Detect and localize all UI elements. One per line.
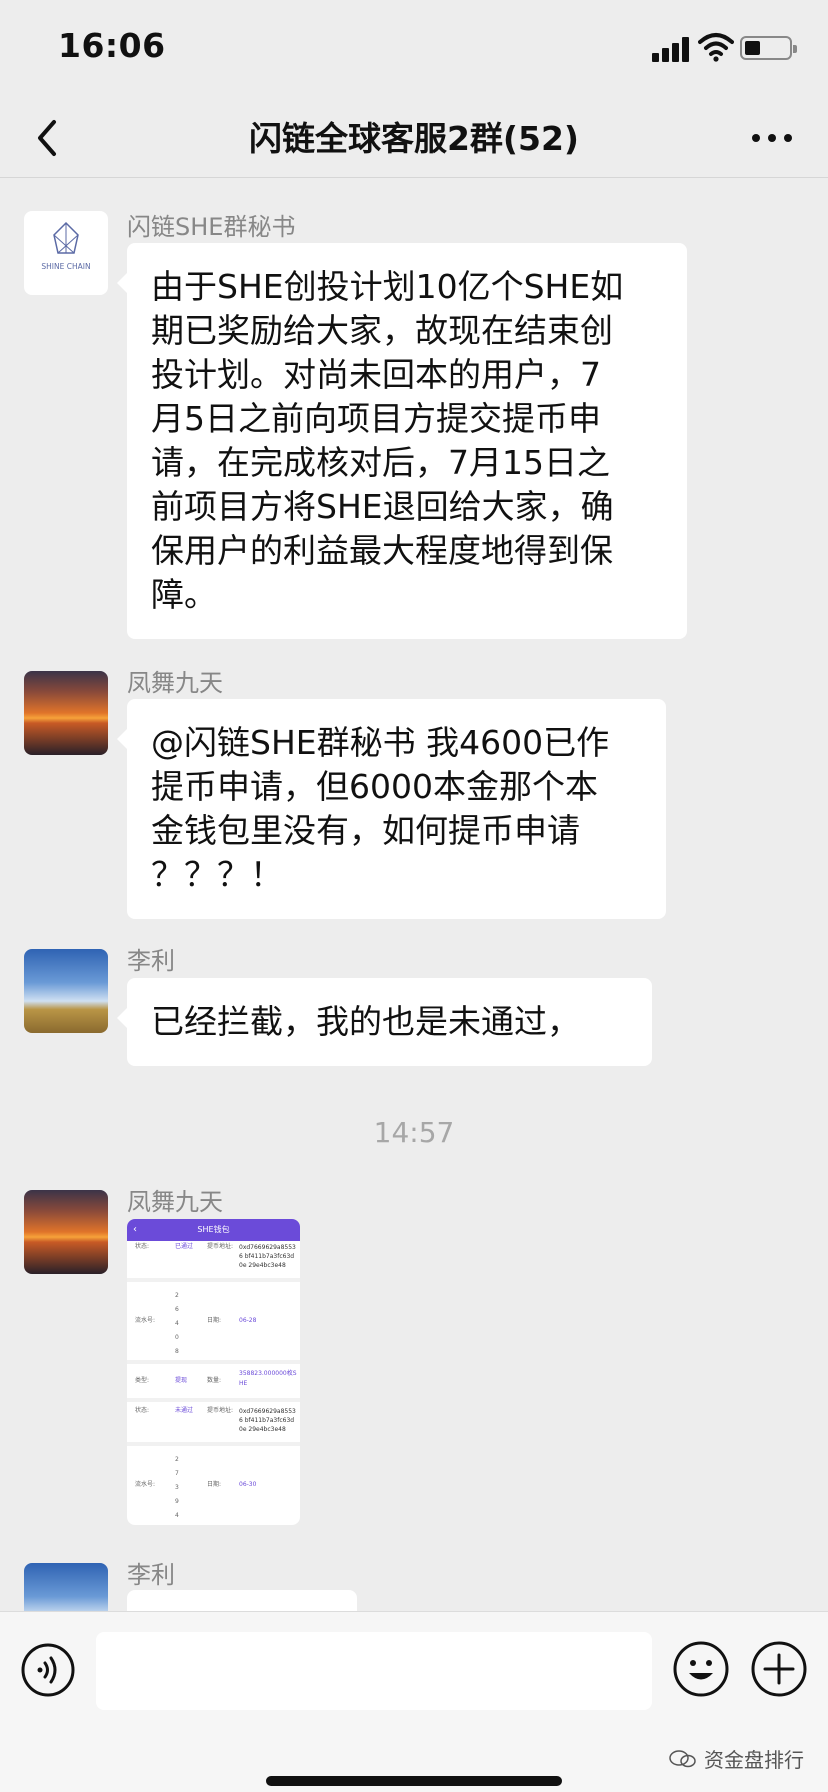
wechat-icon [669, 1749, 696, 1767]
chat-message-list[interactable]: SHINE CHAIN 闪链SHE群秘书 由于SHE创投计划10亿个SHE如 期… [0, 179, 828, 1611]
message-line: @闪链SHE群秘书 我4600已作 [151, 723, 610, 762]
avatar[interactable] [24, 671, 108, 755]
message-line: 障。 [151, 575, 217, 614]
wifi-icon [698, 33, 734, 62]
message-input[interactable] [96, 1632, 652, 1710]
watermark: 资金盘排行 [668, 1744, 804, 1773]
emoji-icon[interactable] [672, 1640, 730, 1698]
message-bubble[interactable] [127, 1590, 357, 1611]
sender-name: 凤舞九天 [127, 669, 223, 697]
avatar[interactable]: SHINE CHAIN [24, 211, 108, 295]
avatar[interactable] [24, 1563, 108, 1611]
message-bubble[interactable]: 由于SHE创投计划10亿个SHE如 期已奖励给大家，故现在结束创 投计划。对尚未… [117, 243, 687, 639]
message-line: 期已奖励给大家，故现在结束创 [151, 311, 613, 350]
chevron-left-icon: ‹ [133, 1224, 137, 1235]
message-line: 前项目方将SHE退回给大家，确 [151, 487, 614, 526]
sender-name: 凤舞九天 [127, 1188, 223, 1216]
input-bar: 资金盘排行 [0, 1611, 828, 1792]
image-message[interactable]: ‹ SHE钱包 状态: 已通过 提币地址: 0xd7669629a85536 b… [127, 1219, 300, 1525]
message-line: 由于SHE创投计划10亿个SHE如 [151, 267, 624, 306]
avatar[interactable] [24, 949, 108, 1033]
voice-input-icon[interactable] [20, 1642, 76, 1698]
message-line: 保用户的利益最大程度地得到保 [151, 531, 613, 570]
message-line: 投计划。对尚未回本的用户，7 [151, 355, 601, 394]
message-bubble[interactable]: @闪链SHE群秘书 我4600已作 提币申请，但6000本金那个本 金钱包里没有… [117, 699, 666, 919]
image-row: 流水号: 2 7 3 9 4 日期: 06-30 [135, 1456, 257, 1519]
status-time: 16:06 [58, 26, 166, 65]
image-row: 状态: 已通过 提币地址: 0xd7669629a85536 bf411b7a3… [135, 1243, 296, 1269]
status-bar: 16:06 [0, 0, 828, 98]
svg-text:SHINE CHAIN: SHINE CHAIN [41, 262, 90, 271]
timestamp: 14:57 [373, 1116, 455, 1149]
message-line: 提币申请，但6000本金那个本 [151, 767, 598, 806]
sender-name: 闪链SHE群秘书 [127, 213, 296, 241]
message-line: 已经拦截，我的也是未通过， [151, 1002, 580, 1041]
sender-name: 李利 [127, 947, 175, 975]
message-line: 月5日之前向项目方提交提币申 [151, 399, 601, 438]
watermark-text: 资金盘排行 [704, 1748, 804, 1772]
home-indicator[interactable] [266, 1776, 562, 1786]
more-options-icon[interactable] [748, 126, 796, 150]
message-bubble[interactable]: 已经拦截，我的也是未通过， [117, 978, 652, 1066]
nav-bar: 闪链全球客服2群(52) [0, 98, 828, 178]
message-line: 金钱包里没有，如何提币申请 [151, 811, 580, 850]
plus-icon[interactable] [750, 1640, 808, 1698]
message-line: ？？？！ [151, 855, 283, 894]
shine-chain-logo-icon: SHINE CHAIN [41, 221, 91, 271]
sender-name: 李利 [127, 1561, 175, 1589]
image-row: 状态: 未通过 提币地址: 0xd7669629a85536 bf411b7a3… [135, 1407, 296, 1433]
chat-title: 闪链全球客服2群(52) [248, 119, 580, 158]
image-row: 流水号: 2 6 4 0 8 日期: 06-28 [135, 1292, 257, 1355]
avatar[interactable] [24, 1190, 108, 1274]
message-line: 请，在完成核对后，7月15日之 [151, 443, 610, 482]
cellular-signal-icon [652, 36, 692, 62]
image-row: 类型: 提现 数量: 358823.000000枚SHE [135, 1370, 297, 1387]
image-header: ‹ SHE钱包 [127, 1219, 300, 1241]
battery-icon [740, 36, 797, 60]
